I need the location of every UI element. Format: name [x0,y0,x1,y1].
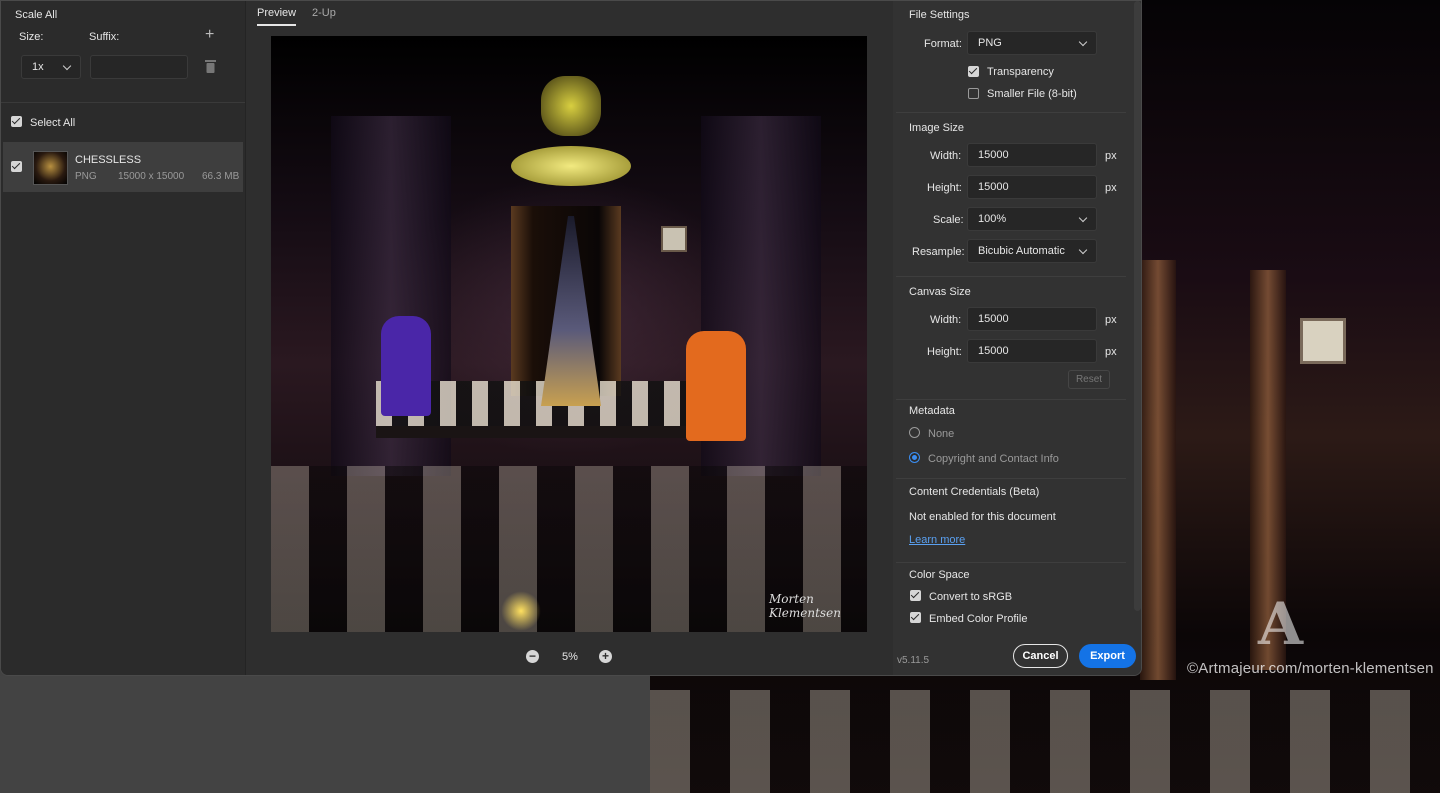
watermark-text: ©Artmajeur.com/morten-klementsen [1187,660,1434,677]
divider [896,112,1126,113]
metadata-none-label: None [928,428,955,440]
artwork-clock [661,226,687,252]
file-thumbnail [33,151,68,185]
add-scale-icon[interactable]: + [205,26,214,44]
format-select-value: PNG [978,37,1002,49]
reset-button[interactable]: Reset [1068,370,1110,389]
preview-panel: Morten Klementsen − 5% + [246,1,893,675]
file-settings-heading: File Settings [909,9,970,21]
image-size-heading: Image Size [909,122,965,134]
format-label: Format: [924,38,962,50]
trash-icon[interactable] [205,59,216,73]
scale-select-value: 100% [978,213,1007,225]
desktop-gray-area [0,676,650,793]
left-panel: Scale All Size: Suffix: + 1x Select All … [1,1,246,675]
canvas-width-input[interactable]: 15000 [967,307,1097,331]
divider [896,478,1126,479]
divider [896,562,1126,563]
preview-image: Morten Klementsen [271,36,867,632]
smaller-file-label: Smaller File (8-bit) [987,88,1077,100]
color-space-heading: Color Space [909,569,970,581]
file-dimensions: 15000 x 15000 [118,171,185,182]
metadata-copyright-label: Copyright and Contact Info [928,453,1059,465]
image-width-input[interactable]: 15000 [967,143,1097,167]
resample-select-value: Bicubic Automatic [978,245,1065,257]
cancel-button[interactable]: Cancel [1013,644,1068,668]
canvas-height-input[interactable]: 15000 [967,339,1097,363]
zoom-out-icon[interactable]: − [526,650,539,663]
background-pillar [1140,260,1176,680]
scale-label: Scale: [933,214,964,226]
active-tab-indicator [257,24,296,26]
artwork-floor-light [501,591,541,631]
scale-all-label: Scale All [15,9,58,21]
divider [896,399,1126,400]
resample-select[interactable]: Bicubic Automatic [967,239,1097,263]
canvas-width-label: Width: [930,314,962,326]
suffix-label: Suffix: [89,31,120,43]
convert-srgb-checkbox[interactable] [910,590,921,601]
artwork-chandelier [511,146,631,186]
canvas-height-unit: px [1105,346,1117,358]
tab-preview[interactable]: Preview [257,7,296,19]
zoom-in-icon[interactable]: + [599,650,612,663]
image-height-value: 15000 [978,181,1009,193]
canvas-height-value: 15000 [978,345,1009,357]
image-height-unit: px [1105,182,1117,194]
transparency-checkbox[interactable] [968,66,979,77]
learn-more-link[interactable]: Learn more [909,534,965,546]
embed-profile-label: Embed Color Profile [929,613,1028,625]
embed-profile-checkbox[interactable] [910,612,921,623]
background-clock [1300,318,1346,364]
divider [1,102,245,103]
select-all-label: Select All [30,117,76,129]
tab-2up[interactable]: 2-Up [312,7,336,19]
metadata-copyright-radio[interactable] [909,452,920,463]
canvas-height-label: Height: [927,346,962,358]
content-credentials-status: Not enabled for this document [909,511,1056,523]
image-width-value: 15000 [978,149,1009,161]
metadata-heading: Metadata [909,405,955,417]
file-size: 66.3 MB [202,171,240,182]
smaller-file-checkbox[interactable] [968,88,979,99]
size-select[interactable]: 1x [21,55,81,79]
artwork-chandelier-top [541,76,601,136]
export-as-dialog: Scale All Size: Suffix: + 1x Select All … [0,0,1142,676]
settings-scrollbar[interactable] [1134,1,1141,611]
transparency-label: Transparency [987,66,1054,78]
image-height-input[interactable]: 15000 [967,175,1097,199]
image-width-label: Width: [930,150,962,162]
file-name: CHESSLESS [75,154,142,166]
convert-srgb-label: Convert to sRGB [929,591,1013,603]
image-width-unit: px [1105,150,1117,162]
metadata-none-radio[interactable] [909,427,920,438]
export-button[interactable]: Export [1079,644,1136,668]
suffix-input[interactable] [90,55,188,79]
artmajeur-logo-watermark: A [1258,590,1304,658]
image-height-label: Height: [927,182,962,194]
size-label: Size: [19,31,44,43]
file-format: PNG [75,171,97,182]
zoom-level: 5% [562,651,578,663]
format-select[interactable]: PNG [967,31,1097,55]
scale-select[interactable]: 100% [967,207,1097,231]
content-credentials-heading: Content Credentials (Beta) [909,486,1040,498]
version-label: v5.11.5 [897,655,930,666]
artwork-signature: Morten Klementsen [769,592,841,620]
artwork-table-edge [376,426,726,438]
size-select-value: 1x [32,61,44,73]
artwork-player-orange [686,331,746,441]
canvas-width-value: 15000 [978,313,1009,325]
resample-label: Resample: [912,246,965,258]
select-all-checkbox[interactable] [11,116,22,127]
file-checkbox[interactable] [11,161,22,172]
artwork-player-purple [381,316,431,416]
divider [896,276,1126,277]
canvas-width-unit: px [1105,314,1117,326]
background-checker-floor [650,690,1440,793]
canvas-size-heading: Canvas Size [909,286,971,298]
